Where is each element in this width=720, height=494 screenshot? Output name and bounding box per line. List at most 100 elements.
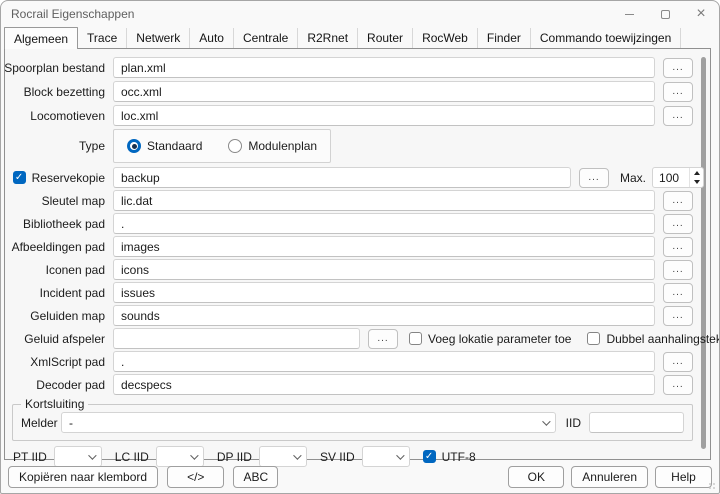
browse-locomotieven-button[interactable]: ...: [663, 106, 693, 126]
afbeeldingen-label: Afbeeldingen pad: [5, 240, 105, 254]
chevron-down-icon: [190, 451, 198, 459]
radio-standaard-label: Standaard: [147, 139, 202, 153]
max-spinner-value[interactable]: 100: [653, 168, 689, 187]
tab-trace[interactable]: Trace: [78, 28, 127, 48]
chevron-down-icon: [396, 451, 404, 459]
dubbel-aanhalingsteken-checkbox-item[interactable]: Dubbel aanhalingsteken: [587, 332, 720, 346]
browse-incident-button[interactable]: ...: [663, 283, 693, 303]
close-icon: [696, 6, 705, 22]
browse-sleutel-button[interactable]: ...: [663, 191, 693, 211]
reservekopie-input[interactable]: [113, 167, 571, 188]
reservekopie-checkbox[interactable]: [13, 171, 26, 184]
maximize-icon: [661, 10, 670, 19]
max-spinner[interactable]: 100: [652, 167, 704, 188]
bezetting-input[interactable]: [113, 81, 655, 102]
field-row-incident: Incident pad ...: [5, 282, 693, 303]
decoder-input[interactable]: [113, 374, 655, 395]
afspeler-input[interactable]: [113, 328, 360, 349]
tab-rocweb[interactable]: RocWeb: [413, 28, 478, 48]
tab-finder[interactable]: Finder: [478, 28, 531, 48]
bibliotheek-label: Bibliotheek pad: [5, 217, 105, 231]
tab-auto[interactable]: Auto: [190, 28, 234, 48]
kortsluiting-group-title: Kortsluiting: [21, 397, 88, 411]
footer-bar: Kopiëren naar klembord </> ABC OK Annule…: [1, 460, 719, 493]
reservekopie-label-cell: Reservekopie: [5, 171, 105, 185]
close-button[interactable]: [683, 1, 719, 27]
browse-bezetting-button[interactable]: ...: [663, 82, 693, 102]
spoorplan-input[interactable]: [113, 57, 655, 78]
rocrail-properties-dialog: Rocrail Eigenschappen Algemeen Trace Net…: [0, 0, 720, 494]
kortsluiting-row: Melder - IID: [21, 412, 684, 433]
copy-to-clipboard-button[interactable]: Kopiëren naar klembord: [8, 466, 158, 488]
browse-spoorplan-button[interactable]: ...: [663, 58, 693, 78]
tab-netwerk[interactable]: Netwerk: [127, 28, 190, 48]
browse-afspeler-button[interactable]: ...: [368, 329, 398, 349]
type-radio-group: Standaard Modulenplan: [113, 129, 331, 163]
cancel-button[interactable]: Annuleren: [571, 466, 648, 488]
browse-bibliotheek-button[interactable]: ...: [663, 214, 693, 234]
geluiden-input[interactable]: [113, 305, 655, 326]
field-row-afspeler: Geluid afspeler ... Voeg lokatie paramet…: [5, 328, 693, 349]
radio-modulenplan-label: Modulenplan: [248, 139, 317, 153]
kortsluiting-group: Kortsluiting Melder - IID: [12, 397, 693, 441]
locomotieven-input[interactable]: [113, 105, 655, 126]
chevron-down-icon: [293, 451, 301, 459]
xml-view-button[interactable]: </>: [167, 466, 224, 488]
abc-button[interactable]: ABC: [233, 466, 278, 488]
incident-input[interactable]: [113, 282, 655, 303]
maximize-button[interactable]: [647, 1, 683, 27]
browse-geluiden-button[interactable]: ...: [663, 306, 693, 326]
browse-afbeeldingen-button[interactable]: ...: [663, 237, 693, 257]
browse-decoder-button[interactable]: ...: [663, 375, 693, 395]
radio-standaard-icon[interactable]: [127, 139, 141, 153]
locomotieven-label: Locomotieven: [5, 109, 105, 123]
max-spinner-buttons: [689, 168, 703, 187]
browse-xmlscript-button[interactable]: ...: [663, 352, 693, 372]
tab-commando-toewijzingen[interactable]: Commando toewijzingen: [531, 28, 681, 48]
sleutel-input[interactable]: [113, 190, 655, 211]
spinner-down-button[interactable]: [690, 178, 703, 188]
field-row-locomotieven: Locomotieven ...: [5, 105, 693, 126]
radio-modulenplan[interactable]: Modulenplan: [228, 139, 317, 153]
tab-r2rnet[interactable]: R2Rnet: [298, 28, 358, 48]
radio-modulenplan-icon[interactable]: [228, 139, 242, 153]
tab-router[interactable]: Router: [358, 28, 413, 48]
field-row-spoorplan: Spoorplan bestand ...: [5, 57, 693, 78]
tab-centrale[interactable]: Centrale: [234, 28, 298, 48]
field-row-type: Type Standaard Modulenplan: [5, 129, 693, 163]
panel-content: Spoorplan bestand ... Block bezetting ..…: [5, 49, 693, 459]
bibliotheek-input[interactable]: [113, 213, 655, 234]
voeg-lokatie-checkbox-item[interactable]: Voeg lokatie parameter toe: [409, 332, 571, 346]
field-row-afbeeldingen: Afbeeldingen pad ...: [5, 236, 693, 257]
help-button[interactable]: Help: [655, 466, 712, 488]
type-label: Type: [5, 139, 105, 153]
dubbel-aanhalingsteken-checkbox[interactable]: [587, 332, 600, 345]
iconen-input[interactable]: [113, 259, 655, 280]
algemeen-panel: Spoorplan bestand ... Block bezetting ..…: [4, 48, 711, 460]
voeg-lokatie-checkbox[interactable]: [409, 332, 422, 345]
vertical-scrollbar[interactable]: [698, 50, 709, 458]
resize-grip[interactable]: [709, 483, 717, 491]
field-row-decoder: Decoder pad ...: [5, 374, 693, 395]
decoder-label: Decoder pad: [5, 378, 105, 392]
minimize-button[interactable]: [611, 1, 647, 27]
field-row-reservekopie: Reservekopie ... Max. 100: [5, 167, 693, 188]
spinner-up-button[interactable]: [690, 168, 703, 178]
scrollbar-thumb[interactable]: [701, 57, 706, 449]
tab-algemeen[interactable]: Algemeen: [4, 27, 78, 49]
voeg-lokatie-label: Voeg lokatie parameter toe: [428, 332, 571, 346]
browse-reservekopie-button[interactable]: ...: [579, 168, 609, 188]
melder-select[interactable]: -: [61, 412, 556, 433]
geluiden-label: Geluiden map: [5, 309, 105, 323]
ok-button[interactable]: OK: [508, 466, 564, 488]
kortsluiting-iid-input[interactable]: [589, 412, 684, 433]
xmlscript-input[interactable]: [113, 351, 655, 372]
browse-iconen-button[interactable]: ...: [663, 260, 693, 280]
afspeler-label: Geluid afspeler: [5, 332, 105, 346]
titlebar[interactable]: Rocrail Eigenschappen: [1, 1, 719, 27]
dubbel-aanhalingsteken-label: Dubbel aanhalingsteken: [606, 332, 720, 346]
field-row-geluiden: Geluiden map ...: [5, 305, 693, 326]
reservekopie-label: Reservekopie: [32, 171, 105, 185]
radio-standaard[interactable]: Standaard: [127, 139, 202, 153]
afbeeldingen-input[interactable]: [113, 236, 655, 257]
